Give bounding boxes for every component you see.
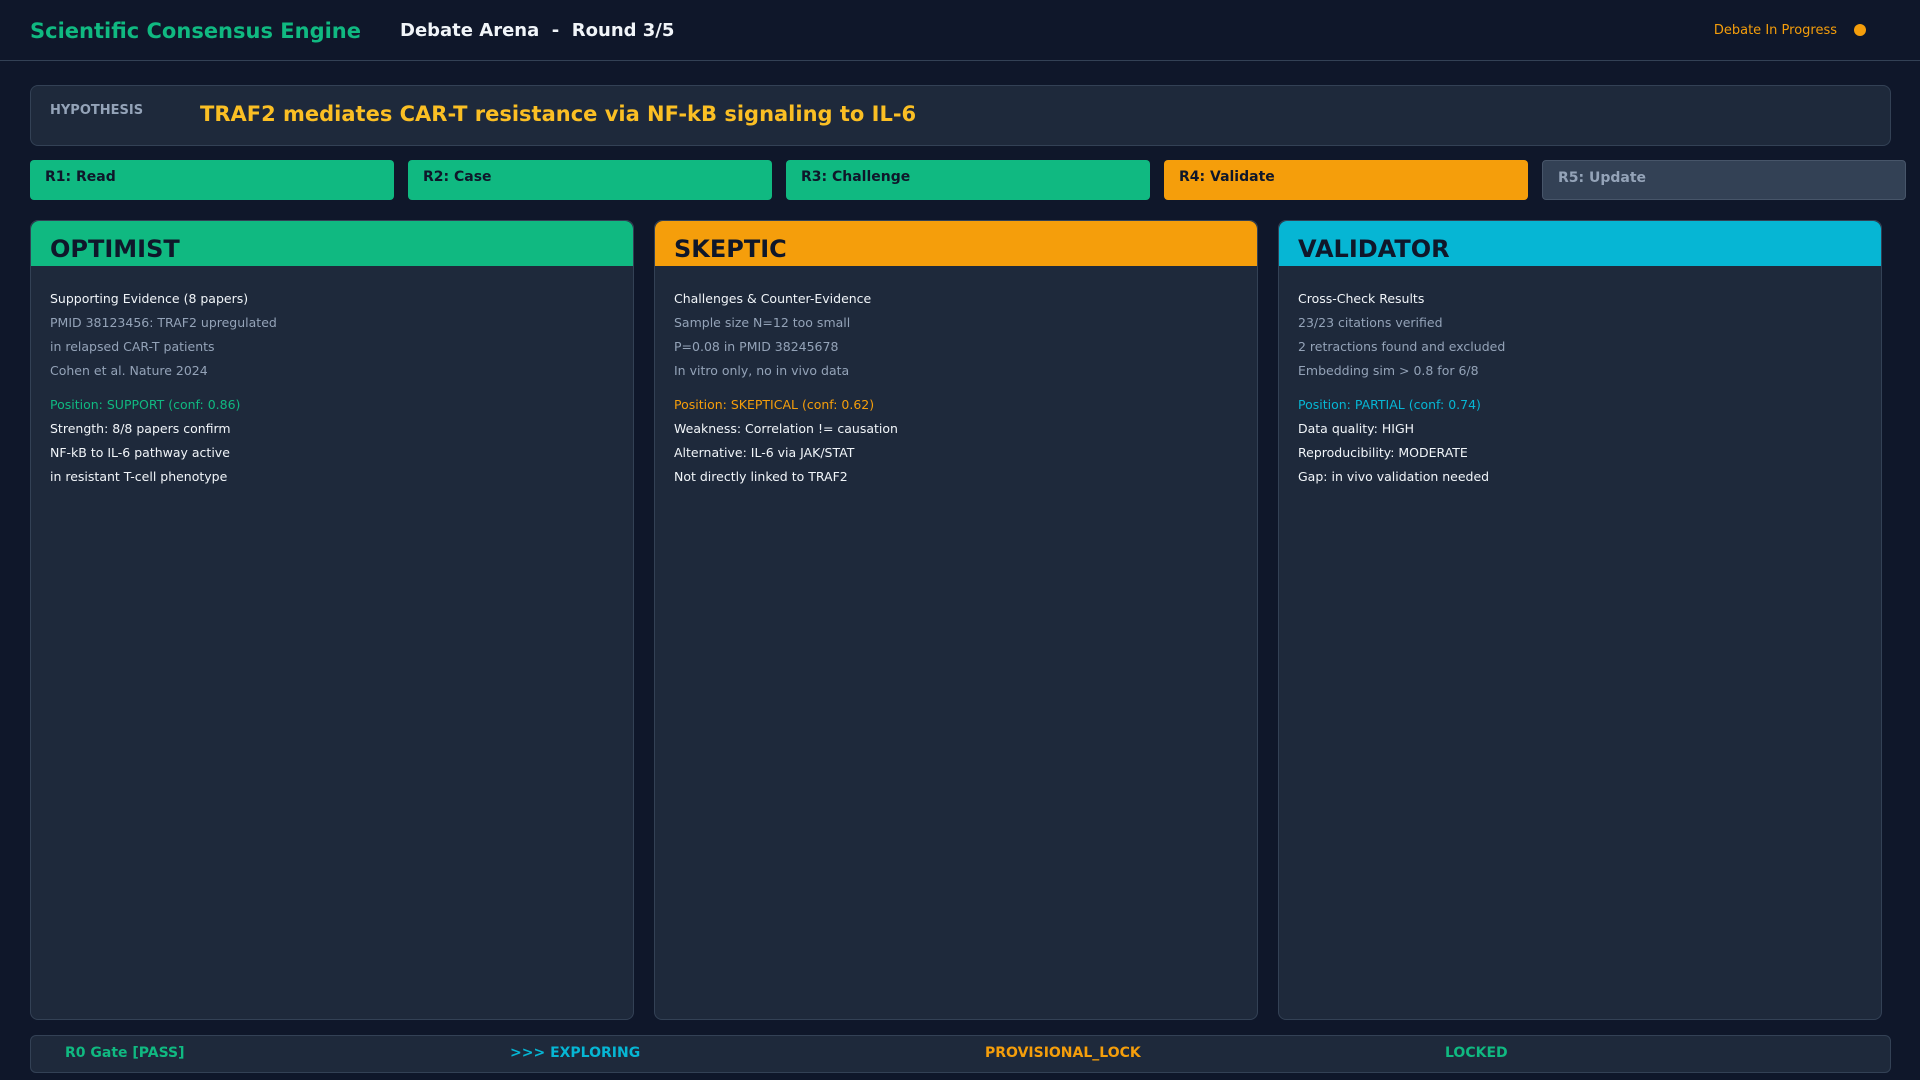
optimist-heading: Supporting Evidence (8 papers) — [50, 291, 249, 306]
validator-panel-header: VALIDATOR — [1279, 221, 1881, 266]
gate-provisional-lock-status: PROVISIONAL_LOCK — [985, 1045, 1141, 1061]
optimist-note-line: Strength: 8/8 papers confirm — [50, 421, 231, 436]
skeptic-evidence-line: Sample size N=12 too small — [674, 315, 851, 330]
round-tab-r4[interactable]: R4: Validate — [1164, 160, 1528, 200]
optimist-note-line: in resistant T-cell phenotype — [50, 469, 228, 484]
validator-evidence-line: Embedding sim > 0.8 for 6/8 — [1298, 363, 1479, 378]
skeptic-panel-header: SKEPTIC — [655, 221, 1257, 266]
round-tab-label: R2: Case — [423, 169, 492, 185]
validator-evidence-line: 23/23 citations verified — [1298, 315, 1443, 330]
optimist-panel: OPTIMIST Supporting Evidence (8 papers) … — [30, 220, 634, 1020]
skeptic-title: SKEPTIC — [674, 235, 787, 263]
round-tab-label: R1: Read — [45, 169, 116, 185]
optimist-evidence-line: in relapsed CAR-T patients — [50, 339, 215, 354]
status-text: Debate In Progress — [1713, 23, 1837, 38]
optimist-evidence-line: Cohen et al. Nature 2024 — [50, 363, 208, 378]
round-tab-r1[interactable]: R1: Read — [30, 160, 394, 200]
round-tab-label: R4: Validate — [1179, 169, 1275, 185]
hypothesis-text: TRAF2 mediates CAR-T resistance via NF-k… — [200, 102, 917, 126]
skeptic-evidence-line: P=0.08 in PMID 38245678 — [674, 339, 839, 354]
skeptic-evidence-line: In vitro only, no in vivo data — [674, 363, 850, 378]
skeptic-heading: Challenges & Counter-Evidence — [674, 291, 872, 306]
round-tab-r2[interactable]: R2: Case — [408, 160, 772, 200]
optimist-title: OPTIMIST — [50, 235, 180, 263]
validator-note-line: Reproducibility: MODERATE — [1298, 445, 1468, 460]
optimist-panel-header: OPTIMIST — [31, 221, 633, 266]
optimist-evidence-line: PMID 38123456: TRAF2 upregulated — [50, 315, 277, 330]
round-tab-r3[interactable]: R3: Challenge — [786, 160, 1150, 200]
skeptic-note-line: Weakness: Correlation != causation — [674, 421, 898, 436]
hypothesis-box: HYPOTHESIS TRAF2 mediates CAR-T resistan… — [30, 85, 1891, 146]
skeptic-panel: SKEPTIC Challenges & Counter-Evidence Sa… — [654, 220, 1258, 1020]
validator-panel: VALIDATOR Cross-Check Results 23/23 cita… — [1278, 220, 1882, 1020]
validator-note-line: Gap: in vivo validation needed — [1298, 469, 1490, 484]
validator-title: VALIDATOR — [1298, 235, 1450, 263]
optimist-note-line: NF-kB to IL-6 pathway active — [50, 445, 230, 460]
skeptic-note-line: Not directly linked to TRAF2 — [674, 469, 848, 484]
round-tab-label: R3: Challenge — [801, 169, 911, 185]
status-indicator-icon — [1854, 24, 1866, 36]
arena-title: Debate Arena - Round 3/5 — [400, 20, 675, 41]
hypothesis-label: HYPOTHESIS — [50, 103, 144, 118]
gate-locked-status: LOCKED — [1445, 1045, 1508, 1061]
validator-evidence-line: 2 retractions found and excluded — [1298, 339, 1506, 354]
app-title: Scientific Consensus Engine — [30, 19, 361, 43]
gate-status-bar: R0 Gate [PASS] >>> EXPLORING PROVISIONAL… — [30, 1035, 1891, 1073]
gate-r0-status: R0 Gate [PASS] — [65, 1045, 185, 1061]
validator-position: Position: PARTIAL (conf: 0.74) — [1298, 397, 1481, 412]
validator-heading: Cross-Check Results — [1298, 291, 1425, 306]
validator-note-line: Data quality: HIGH — [1298, 421, 1415, 436]
round-tab-r5[interactable]: R5: Update — [1542, 160, 1906, 200]
gate-exploring-status: >>> EXPLORING — [510, 1045, 641, 1061]
optimist-position: Position: SUPPORT (conf: 0.86) — [50, 397, 241, 412]
top-bar: Scientific Consensus Engine Debate Arena… — [0, 0, 1920, 61]
skeptic-note-line: Alternative: IL-6 via JAK/STAT — [674, 445, 855, 460]
round-tab-label: R5: Update — [1558, 170, 1647, 186]
skeptic-position: Position: SKEPTICAL (conf: 0.62) — [674, 397, 875, 412]
